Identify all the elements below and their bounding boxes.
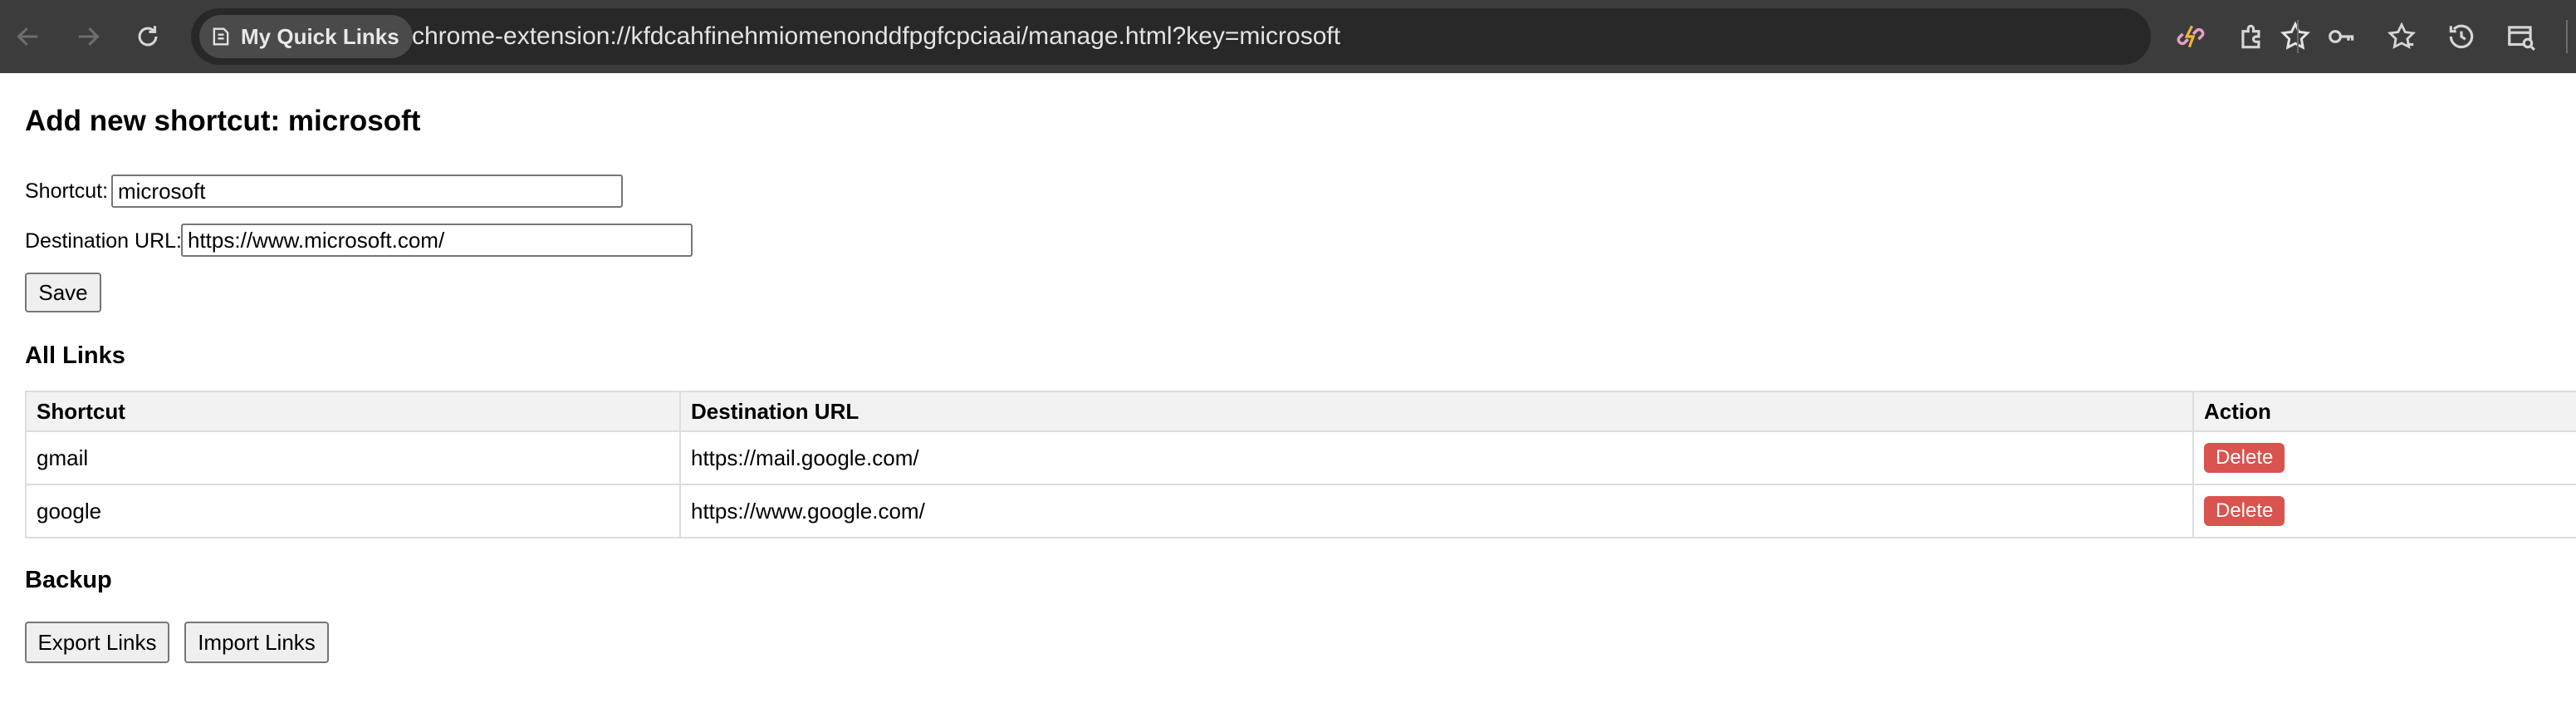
password-key-icon xyxy=(2329,30,2354,43)
bookmarks-button[interactable] xyxy=(2382,17,2422,57)
quick-links-extension-icon xyxy=(2177,25,2205,48)
delete-button[interactable]: Delete xyxy=(2204,443,2285,473)
history-button[interactable] xyxy=(2441,17,2481,57)
url-cell: https://mail.google.com/ xyxy=(679,430,2194,485)
url-text[interactable]: chrome-extension://kfdcahfinehmiomenondd… xyxy=(412,8,1340,65)
extension-page-icon xyxy=(213,27,229,46)
address-bar[interactable]: My Quick Links chrome-extension://kfdcah… xyxy=(191,8,2310,65)
destination-url-label: Destination URL: xyxy=(25,229,182,253)
extension-chip[interactable]: My Quick Links xyxy=(199,15,413,58)
export-links-button[interactable]: Export Links xyxy=(25,622,169,663)
extensions-puzzle-icon xyxy=(2241,24,2260,49)
shortcut-cell: google xyxy=(25,484,681,538)
action-cell: Delete xyxy=(2192,430,2576,485)
delete-button[interactable]: Delete xyxy=(2204,496,2285,526)
browser-toolbar: My Quick Links chrome-extension://kfdcah… xyxy=(0,0,2576,73)
passwords-button[interactable] xyxy=(2322,17,2362,57)
links-table: Shortcut Destination URL Action gmail ht… xyxy=(25,391,2576,538)
shortcut-input[interactable] xyxy=(111,175,623,208)
toolbar-divider xyxy=(2566,20,2568,53)
reload-button[interactable] xyxy=(126,15,169,58)
column-header-destination-url: Destination URL xyxy=(679,391,2194,432)
import-links-button[interactable]: Import Links xyxy=(184,622,329,663)
history-icon xyxy=(2449,24,2474,49)
extension-chip-label: My Quick Links xyxy=(241,23,399,49)
column-header-action: Action xyxy=(2192,391,2576,432)
bookmark-star-icon[interactable] xyxy=(2279,20,2312,53)
column-header-shortcut: Shortcut xyxy=(25,391,681,432)
save-button[interactable]: Save xyxy=(25,273,101,312)
table-header-row: Shortcut Destination URL Action xyxy=(25,391,2576,432)
reload-icon xyxy=(138,26,158,47)
bookmarks-star-icon xyxy=(2387,22,2417,49)
all-links-heading: All Links xyxy=(25,342,125,369)
shortcut-cell: gmail xyxy=(25,430,681,485)
action-cell: Delete xyxy=(2192,484,2576,538)
side-panel-button[interactable] xyxy=(2501,17,2541,57)
side-panel-icon xyxy=(2508,26,2535,51)
url-cell: https://www.google.com/ xyxy=(679,484,2194,538)
back-button[interactable] xyxy=(7,15,50,58)
destination-url-input[interactable] xyxy=(181,224,693,257)
shortcut-label: Shortcut: xyxy=(25,179,109,203)
page-title: Add new shortcut: microsoft xyxy=(25,105,421,137)
extensions-button[interactable] xyxy=(2232,17,2272,57)
forward-button[interactable] xyxy=(66,15,110,58)
backup-heading: Backup xyxy=(25,567,112,593)
forward-icon xyxy=(78,27,100,47)
table-row: google https://www.google.com/ Delete xyxy=(25,484,2576,538)
table-row: gmail https://mail.google.com/ Delete xyxy=(25,430,2576,485)
back-icon xyxy=(17,27,38,47)
quick-links-extension-button[interactable] xyxy=(2171,17,2211,57)
toolbar-divider xyxy=(2297,20,2299,53)
